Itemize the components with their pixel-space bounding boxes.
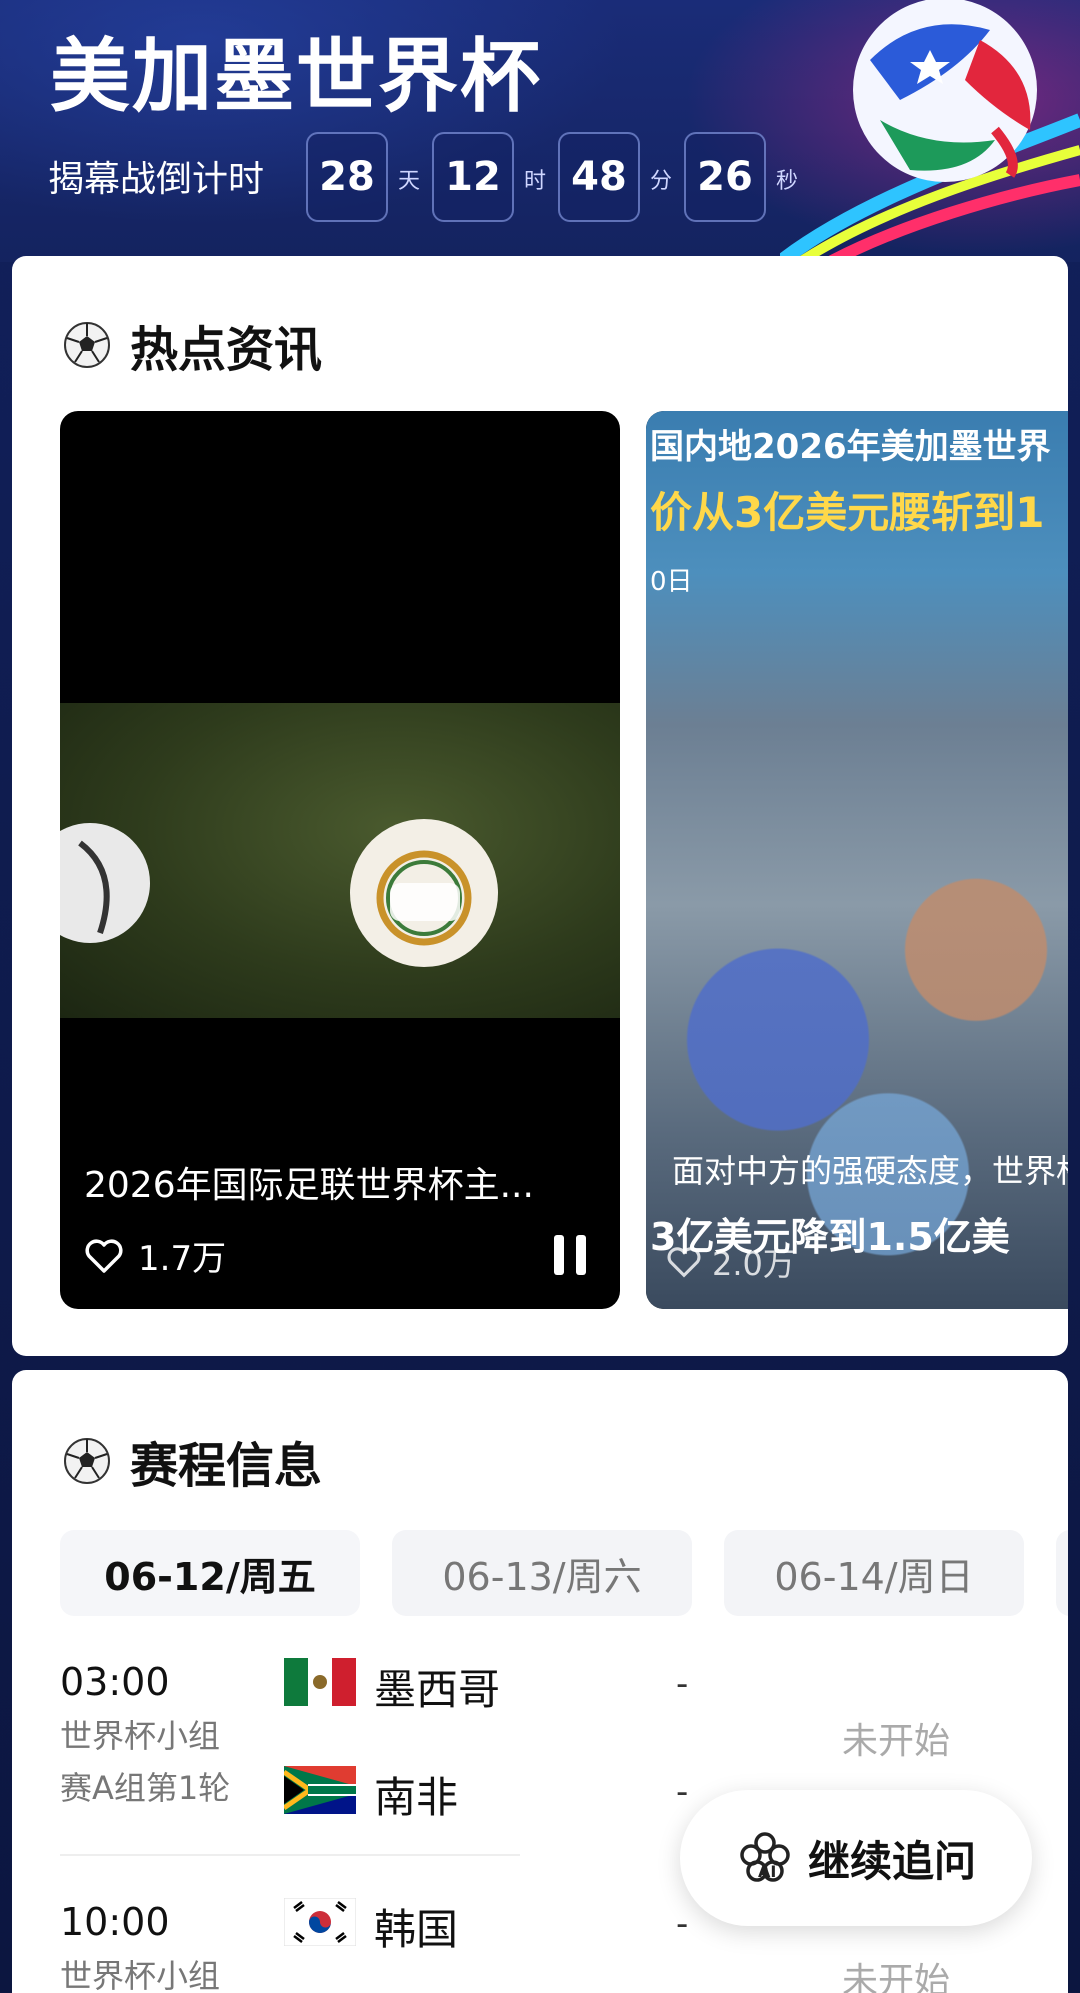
countdown-minutes-unit: 分	[650, 169, 673, 194]
countdown-minutes: 48	[558, 132, 640, 222]
like-group[interactable]: 1.7万	[84, 1231, 226, 1280]
date-tab-0612[interactable]: 06-12/周五	[60, 1530, 360, 1616]
news-image-tile[interactable]: 国内地2026年美加墨世界 价从3亿美元腰斩到1 0日 面对中方的强硬态度，世界…	[646, 411, 1068, 1309]
korea-flag-icon	[284, 1898, 356, 1946]
team-name: 韩国	[374, 1905, 459, 1954]
match-time: 10:00	[60, 1900, 170, 1944]
south-africa-flag-icon	[284, 1766, 356, 1814]
match-stage-line2: 赛A组第1轮	[60, 1769, 231, 1807]
team-score: -	[676, 1664, 689, 1704]
countdown-days: 28	[306, 132, 388, 222]
mexico-flag-icon	[284, 1658, 356, 1706]
world-cup-ball-logo	[780, 0, 1080, 262]
soccer-balls-image	[60, 819, 498, 967]
like-count: 2.0万	[712, 1245, 795, 1283]
countdown-days-unit: 天	[398, 169, 421, 194]
continue-ask-label: 继续追问	[807, 1836, 976, 1886]
heart-icon[interactable]	[666, 1246, 702, 1278]
team-name: 南非	[374, 1773, 459, 1822]
news-overlay-subheadline: 价从3亿美元腰斩到1	[650, 488, 1045, 537]
countdown-label: 揭幕战倒计时	[48, 159, 265, 200]
schedule-section-header: 赛程信息	[62, 1426, 322, 1496]
match-time: 03:00	[60, 1660, 170, 1704]
news-overlay-headline: 国内地2026年美加墨世界	[650, 427, 1051, 467]
countdown-hours: 12	[432, 132, 514, 222]
news-overlay-date: 0日	[650, 567, 693, 597]
news-section-header: 热点资讯	[62, 310, 322, 380]
news-section-title: 热点资讯	[130, 322, 323, 378]
news-caption-line1: 面对中方的强硬态度，世界杯转播费	[672, 1152, 1068, 1190]
countdown-seconds: 26	[684, 132, 766, 222]
pause-icon[interactable]	[550, 1233, 590, 1277]
match-stage-line1: 世界杯小组	[60, 1717, 221, 1755]
continue-ask-button[interactable]: AI 继续追问	[680, 1790, 1032, 1926]
heart-icon[interactable]	[84, 1238, 124, 1274]
news-caption: 2026年国际足联世界杯主...	[84, 1165, 534, 1206]
match-stage-line1: 世界杯小组	[60, 1957, 221, 1993]
date-tab-0614[interactable]: 06-14/周日	[724, 1530, 1024, 1616]
divider	[60, 1854, 520, 1856]
ai-assistant-icon: AI	[740, 1832, 790, 1882]
header-banner: 美加墨世界杯 揭幕战倒计时 28 天 12 时 48 分 26 秒	[0, 0, 1080, 262]
video-frame	[60, 703, 620, 1018]
date-tab-next[interactable]	[1056, 1530, 1068, 1616]
news-video-tile[interactable]: 2026年国际足联世界杯主... 1.7万	[60, 411, 620, 1309]
like-count: 1.7万	[138, 1239, 227, 1279]
date-tab-0613[interactable]: 06-13/周六	[392, 1530, 692, 1616]
countdown-hours-unit: 时	[524, 169, 547, 194]
soccer-ball-icon	[64, 1438, 110, 1484]
team-name: 墨西哥	[374, 1665, 501, 1714]
match-status: 未开始	[842, 1961, 951, 1993]
team-score: -	[676, 1904, 689, 1944]
like-group[interactable]: 2.0万	[666, 1239, 795, 1285]
news-card: 热点资讯 2026年国际足联世界杯主... 1.7万 国内地2026年美加墨世界…	[12, 256, 1068, 1356]
page-title: 美加墨世界杯	[50, 30, 542, 123]
soccer-ball-icon	[64, 322, 110, 368]
schedule-section-title: 赛程信息	[130, 1438, 323, 1494]
svg-text:AI: AI	[758, 1862, 776, 1881]
team-score: -	[676, 1772, 689, 1812]
match-status: 未开始	[842, 1721, 951, 1762]
